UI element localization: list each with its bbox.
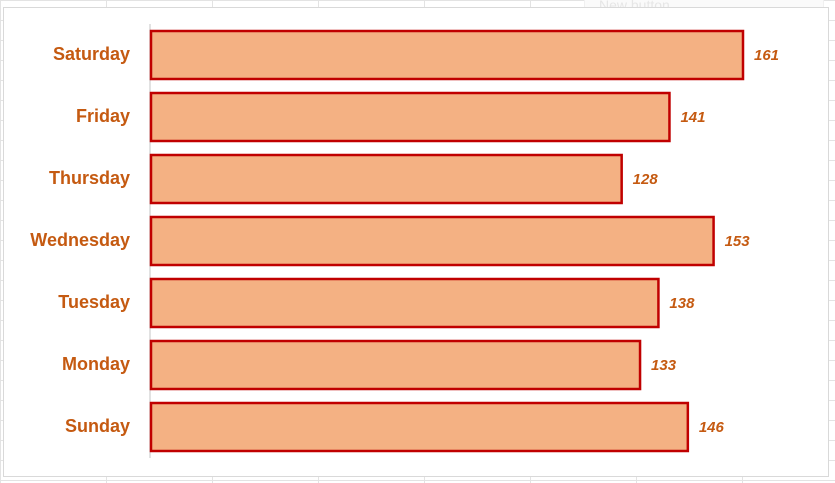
value-label-monday: 133 [651,357,677,374]
category-label-monday: Monday [62,354,130,374]
value-label-wednesday: 153 [725,233,751,250]
bar-chart-svg: Saturday 161 Friday 141 Thursday 128 Wednesday… [30,24,779,458]
value-label-tuesday: 138 [669,295,695,312]
category-label-thursday: Thursday [49,168,130,188]
bar-saturday[interactable] [149,29,745,81]
value-label-sunday: 146 [699,419,725,436]
bar-friday[interactable] [149,91,671,143]
value-label-thursday: 128 [633,171,659,188]
bar-thursday[interactable] [149,153,623,205]
bar-chart: Saturday 161 Friday 141 Thursday 128 Wednesday… [3,7,829,477]
category-label-tuesday: Tuesday [58,292,130,312]
bar-monday[interactable] [149,339,642,391]
category-label-saturday: Saturday [53,44,130,64]
value-label-saturday: 161 [754,47,779,64]
bar-wednesday[interactable] [149,215,715,267]
category-label-wednesday: Wednesday [30,230,130,250]
bar-sunday[interactable] [149,401,690,453]
category-label-sunday: Sunday [65,416,130,436]
bar-tuesday[interactable] [149,277,660,329]
category-label-friday: Friday [76,106,130,126]
value-label-friday: 141 [680,109,705,126]
